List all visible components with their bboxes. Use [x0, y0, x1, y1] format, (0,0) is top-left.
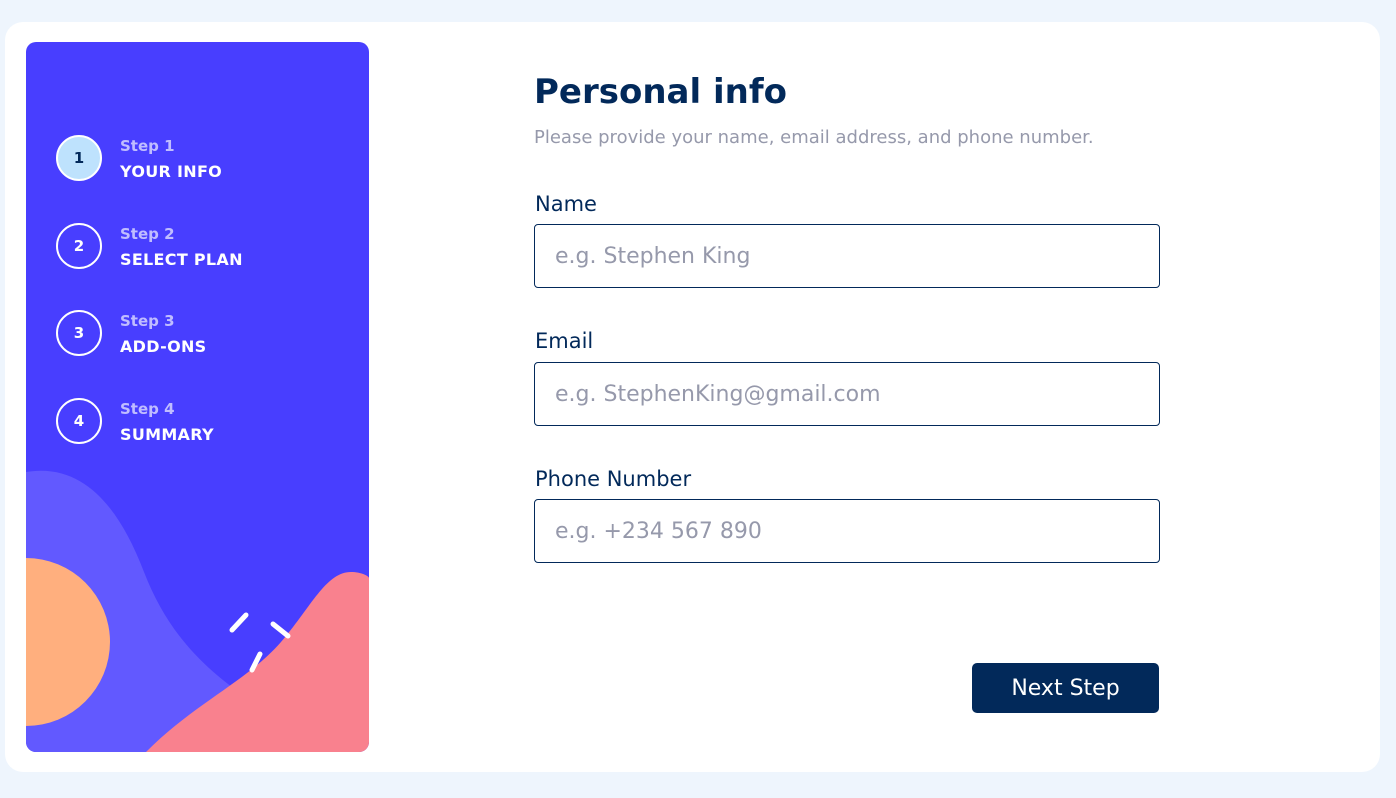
sparkle-line: [229, 612, 249, 633]
step-number-badge: 2: [56, 222, 102, 269]
step-number-badge: 4: [56, 397, 102, 444]
step-title: YOUR INFO: [120, 162, 223, 181]
step-number-badge: 3: [56, 310, 102, 356]
page-subtitle: Please provide your name, email address,…: [534, 127, 1094, 148]
step-title: SELECT PLAN: [120, 249, 243, 269]
step-label: Step 4: [120, 399, 175, 418]
step-title: ADD-ONS: [120, 337, 207, 356]
step-label: Step 2: [120, 224, 175, 243]
steps-sidebar: 1 Step 1 YOUR INFO 2 Step 2 SELECT PLAN …: [26, 42, 369, 752]
step-label: Step 3: [120, 312, 175, 330]
name-label: Name: [535, 192, 597, 216]
step-title: SUMMARY: [120, 424, 214, 444]
step-number-badge: 1: [56, 135, 102, 181]
email-input[interactable]: [534, 362, 1160, 426]
phone-label: Phone Number: [535, 467, 692, 491]
email-label: Email: [535, 329, 594, 353]
sparkle-line: [270, 621, 291, 639]
phone-input[interactable]: [534, 499, 1160, 563]
next-step-button[interactable]: Next Step: [972, 663, 1159, 713]
name-input[interactable]: [534, 224, 1160, 288]
step-label: Step 1: [120, 137, 175, 155]
page-title: Personal info: [534, 72, 787, 112]
